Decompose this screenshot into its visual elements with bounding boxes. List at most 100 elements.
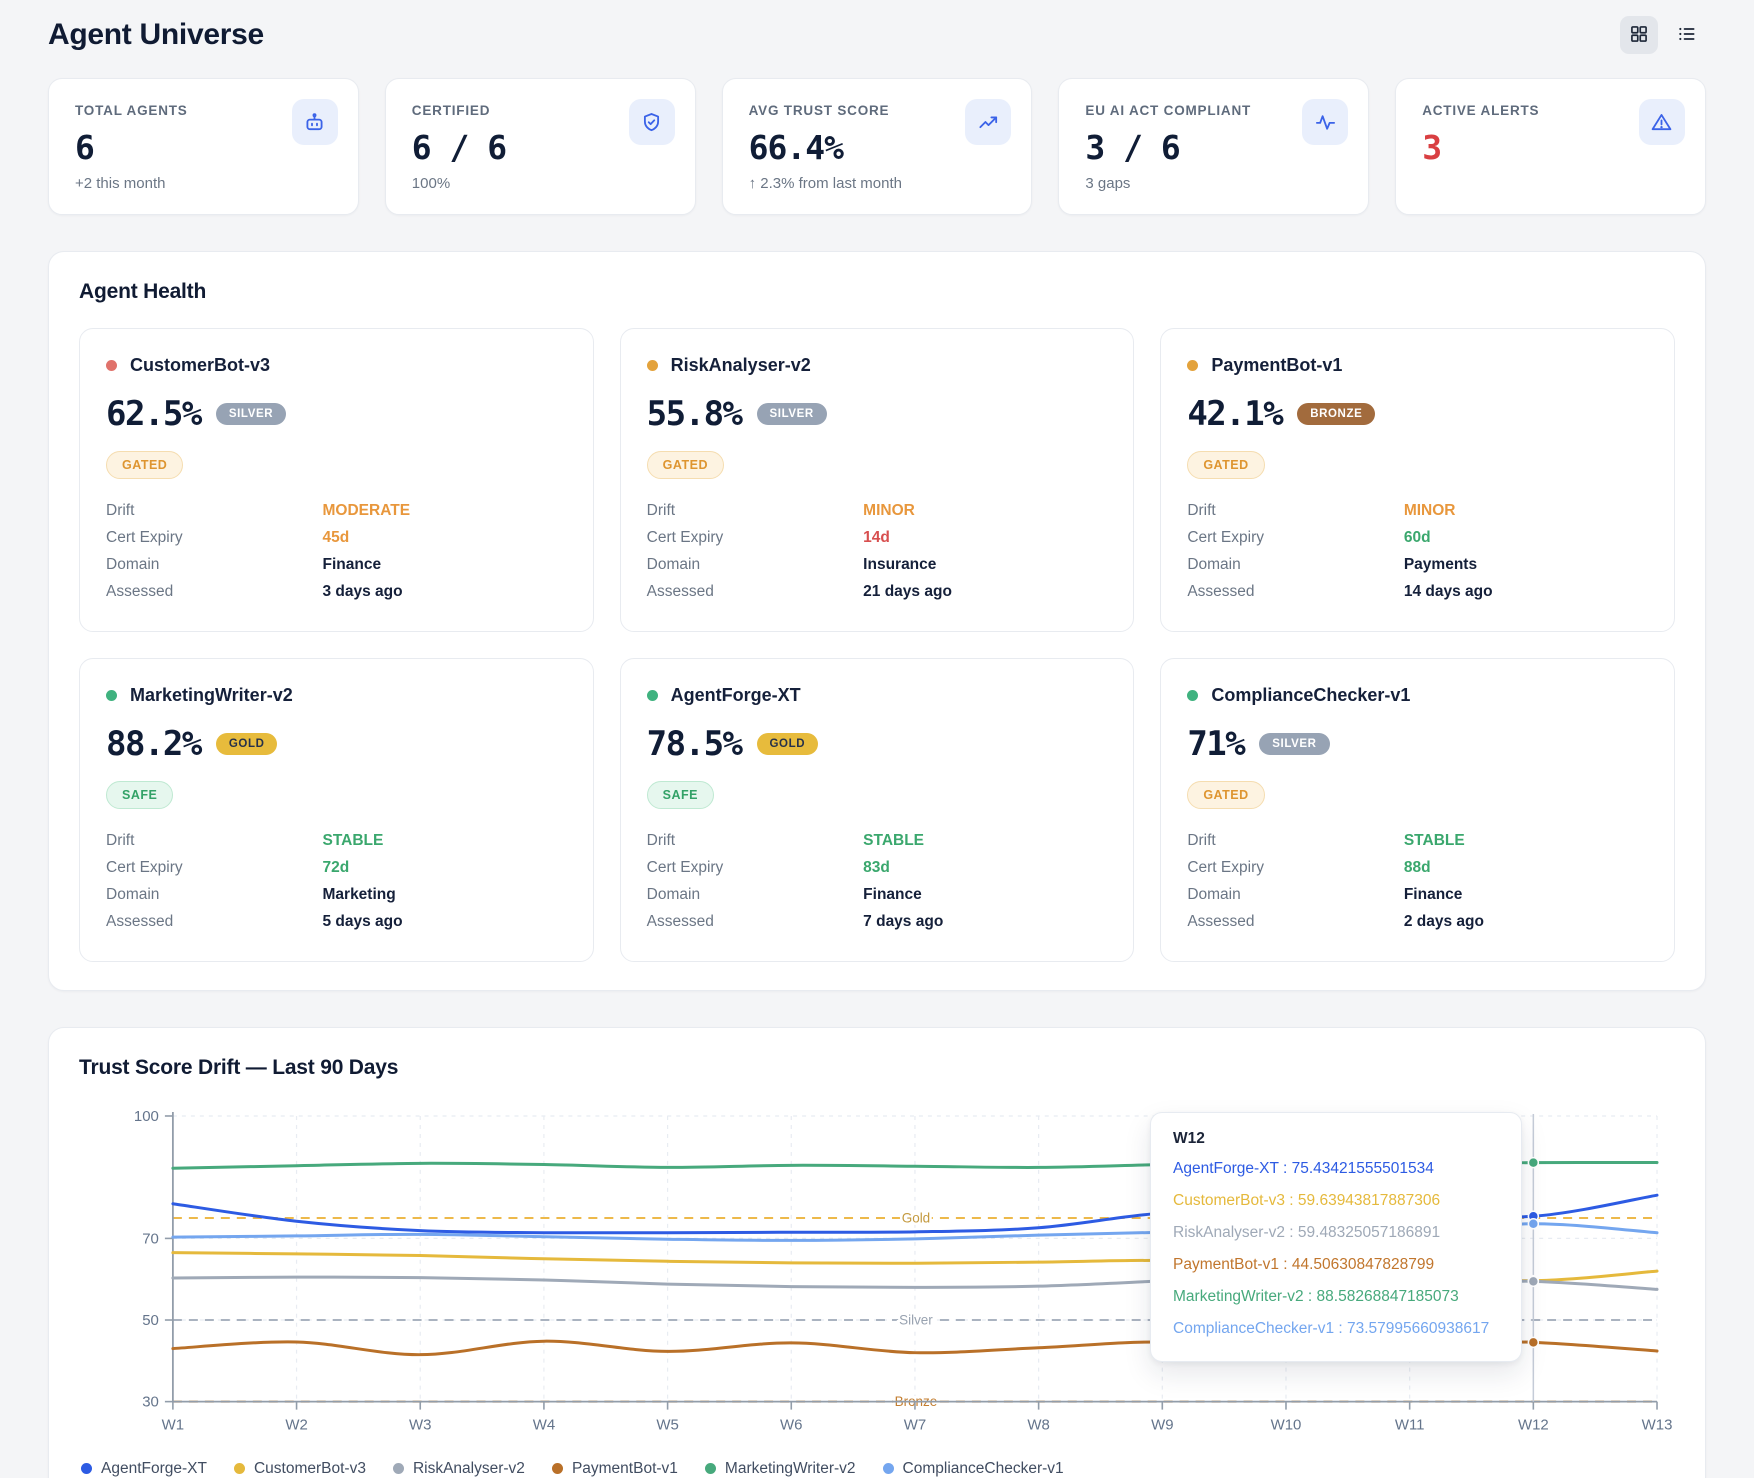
tooltip-row: CustomerBot-v3 : 59.63943817887306 <box>1173 1192 1441 1209</box>
legend-dot-icon <box>882 1463 894 1475</box>
agent-card[interactable]: PaymentBot-v1 42.1% BRONZE GATED Drift M… <box>1160 328 1675 632</box>
list-view-button[interactable] <box>1668 16 1706 54</box>
chart-tooltip: W12 AgentForge-XT : 75.43421555501534 Cus… <box>1150 1112 1522 1362</box>
tooltip-row: PaymentBot-v1 : 44.50630847828799 <box>1173 1256 1435 1273</box>
stat-subtext: +2 this month <box>75 175 166 192</box>
agent-card[interactable]: CustomerBot-v3 62.5% SILVER GATED Drift … <box>79 328 594 632</box>
detail-value: STABLE <box>322 832 384 849</box>
svg-text:Silver: Silver <box>899 1313 933 1328</box>
legend-item[interactable]: ComplianceChecker-v1 <box>882 1460 1064 1478</box>
detail-label: Assessed <box>1187 913 1255 930</box>
agent-card[interactable]: MarketingWriter-v2 88.2% GOLD SAFE Drift… <box>79 658 594 962</box>
legend-item[interactable]: PaymentBot-v1 <box>551 1459 678 1478</box>
agent-status-dot <box>106 690 117 701</box>
legend-dot-icon <box>233 1463 245 1475</box>
detail-label: Drift <box>646 832 676 849</box>
gate-status-badge: SAFE <box>106 781 174 809</box>
detail-value: 3 days ago <box>322 583 403 600</box>
detail-row-drift: Drift MINOR <box>1187 497 1648 524</box>
legend-dot-icon <box>392 1463 404 1475</box>
agent-name: RiskAnalyser-v2 <box>670 355 811 375</box>
grid-icon <box>1629 24 1649 47</box>
trust-drift-panel: Trust Score Drift — Last 90 Days Gold Sil… <box>48 1027 1706 1478</box>
detail-row-domain: Domain Insurance <box>647 551 1108 578</box>
agent-trust-score: 88.2% <box>106 724 202 764</box>
stat-card: TOTAL AGENTS 6 +2 this month <box>48 78 359 215</box>
trust-drift-chart-area[interactable]: Gold Silver Bronze 100 70 50 30 W1 W2 W3 W4 W5 W6 W7 W… <box>79 1104 1675 1440</box>
detail-row-domain: Domain Payments <box>1187 551 1648 578</box>
detail-row-cert-expiry: Cert Expiry 60d <box>1187 524 1648 551</box>
svg-text:Gold: Gold <box>902 1210 930 1225</box>
detail-row-drift: Drift MINOR <box>647 497 1108 524</box>
detail-value: 14d <box>863 529 890 546</box>
agent-health-title: Agent Health <box>79 280 207 303</box>
grid-view-button[interactable] <box>1620 16 1658 54</box>
page: Agent Universe TOTAL AGENTS 6 +2 this mo… <box>0 0 1754 1478</box>
tooltip-rows: AgentForge-XT : 75.43421555501534 Custome… <box>1173 1153 1499 1345</box>
agent-status-dot <box>646 690 658 701</box>
detail-value: Finance <box>322 556 382 573</box>
legend-dot-icon <box>551 1463 563 1475</box>
agent-name: PaymentBot-v1 <box>1211 355 1343 375</box>
agent-details: Drift STABLE Cert Expiry 88d Domain Fina… <box>1187 827 1648 935</box>
detail-value: 72d <box>322 859 350 876</box>
stats-row: TOTAL AGENTS 6 +2 this month CERTIFIED 6… <box>48 78 1706 215</box>
legend-item[interactable]: AgentForge-XT <box>81 1460 207 1478</box>
bot-icon <box>291 99 338 145</box>
detail-value: Payments <box>1403 556 1478 573</box>
detail-row-cert-expiry: Cert Expiry 83d <box>647 854 1108 881</box>
detail-value: 21 days ago <box>863 583 952 600</box>
agent-grid: CustomerBot-v3 62.5% SILVER GATED Drift … <box>79 328 1675 962</box>
svg-text:50: 50 <box>142 1312 159 1329</box>
gate-status-badge: GATED <box>1187 781 1265 809</box>
detail-label: Drift <box>646 502 676 519</box>
agent-name: AgentForge-XT <box>670 685 801 705</box>
agent-details: Drift MODERATE Cert Expiry 45d Domain Fi… <box>106 497 567 605</box>
detail-label: Domain <box>106 556 160 573</box>
svg-text:W9: W9 <box>1151 1417 1173 1434</box>
tier-badge: BRONZE <box>1297 403 1376 425</box>
legend-label: MarketingWriter-v2 <box>724 1459 856 1477</box>
svg-text:70: 70 <box>142 1230 159 1247</box>
legend-item[interactable]: RiskAnalyser-v2 <box>392 1459 525 1478</box>
svg-text:W10: W10 <box>1271 1417 1302 1434</box>
svg-text:W6: W6 <box>780 1417 802 1434</box>
activity-icon <box>1302 99 1349 145</box>
agent-status-dot <box>1187 360 1199 371</box>
stat-subtext: 3 gaps <box>1085 175 1131 192</box>
detail-label: Cert Expiry <box>646 859 724 876</box>
agent-trust-score: 78.5% <box>646 724 743 764</box>
trust-drift-title: Trust Score Drift — Last 90 Days <box>79 1056 399 1079</box>
svg-text:W1: W1 <box>162 1417 184 1434</box>
list-icon <box>1677 24 1697 47</box>
detail-label: Assessed <box>1187 583 1255 600</box>
detail-label: Drift <box>106 502 135 519</box>
view-toggle <box>1620 16 1706 54</box>
agent-card[interactable]: RiskAnalyser-v2 55.8% SILVER GATED Drift… <box>619 328 1135 632</box>
legend-item[interactable]: MarketingWriter-v2 <box>704 1459 856 1478</box>
gate-status-badge: SAFE <box>646 781 714 809</box>
tooltip-row: AgentForge-XT : 75.43421555501534 <box>1173 1160 1434 1177</box>
legend-label: RiskAnalyser-v2 <box>412 1459 525 1477</box>
svg-text:30: 30 <box>142 1394 159 1411</box>
svg-text:W2: W2 <box>285 1417 307 1434</box>
detail-row-assessed: Assessed 21 days ago <box>647 578 1108 605</box>
tier-badge: SILVER <box>756 403 827 425</box>
detail-row-drift: Drift MODERATE <box>106 497 567 524</box>
legend-item[interactable]: CustomerBot-v3 <box>233 1460 366 1478</box>
agent-card[interactable]: AgentForge-XT 78.5% GOLD SAFE Drift STAB… <box>619 658 1135 962</box>
svg-text:100: 100 <box>134 1108 159 1125</box>
detail-row-assessed: Assessed 3 days ago <box>106 578 567 605</box>
detail-row-cert-expiry: Cert Expiry 88d <box>1187 854 1648 881</box>
detail-value: MINOR <box>863 502 915 519</box>
tooltip-row: MarketingWriter-v2 : 88.58268847185073 <box>1173 1288 1459 1305</box>
stat-card: EU AI ACT COMPLIANT 3 / 6 3 gaps <box>1058 78 1370 215</box>
detail-label: Domain <box>646 886 701 903</box>
detail-value: 5 days ago <box>322 913 403 930</box>
legend-label: PaymentBot-v1 <box>571 1459 678 1477</box>
detail-label: Domain <box>106 886 160 903</box>
agent-details: Drift STABLE Cert Expiry 83d Domain Fina… <box>647 827 1108 935</box>
detail-row-assessed: Assessed 14 days ago <box>1187 578 1648 605</box>
agent-card[interactable]: ComplianceChecker-v1 71% SILVER GATED Dr… <box>1160 658 1675 962</box>
tooltip-row: ComplianceChecker-v1 : 73.57995660938617 <box>1173 1320 1490 1337</box>
